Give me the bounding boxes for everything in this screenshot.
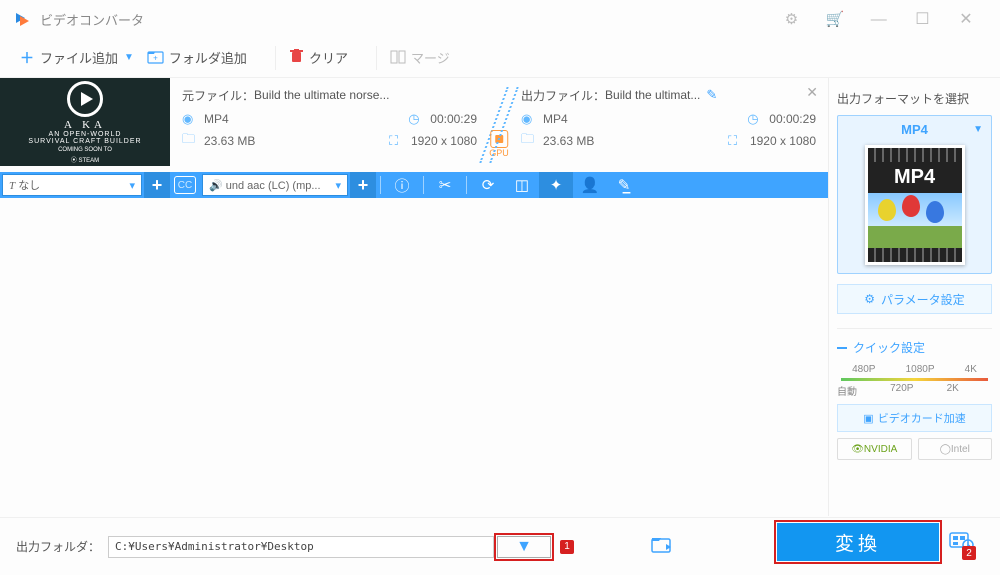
convert-button[interactable]: 変換 — [777, 523, 939, 561]
folder-plus-icon: + — [148, 50, 163, 66]
merge-label: マージ — [411, 48, 450, 67]
clock-icon: ◷ — [408, 111, 426, 127]
add-file-button[interactable]: ＋ ファイル追加 ▼ — [20, 48, 134, 68]
clear-label: クリア — [309, 48, 348, 67]
nvidia-badge: 👁 NVIDIA — [837, 438, 912, 460]
trash-icon — [290, 49, 303, 66]
output-info: 出力ファイル：Build the ultimat...✎ ◉MP4 ◷00:00… — [509, 78, 828, 172]
video-thumbnail[interactable]: A KA AN OPEN-WORLD SURVIVAL CRAFT BUILDE… — [0, 78, 170, 166]
format-thumbnail: MP4 — [865, 145, 965, 265]
right-panel: 出力フォーマットを選択 MP4 ▼ MP4 ⚙ パラメータ設定 クイック設定 4… — [828, 78, 1000, 516]
audio-select[interactable]: 🔊 und aac (LC) (mp... ▾ — [202, 174, 348, 196]
highlight-marker-2: 変換 — [774, 520, 942, 564]
effect-tool[interactable]: ✦ — [539, 172, 573, 198]
merge-button: マージ — [391, 48, 450, 67]
svg-text:+: + — [153, 53, 158, 62]
gear-icon[interactable]: ⚙ — [772, 10, 812, 28]
play-icon — [67, 81, 103, 117]
edit-output-name-button[interactable]: ✎ — [706, 87, 717, 103]
plus-icon: ＋ — [20, 48, 34, 68]
minimize-button[interactable]: — — [859, 11, 899, 29]
intel-badge: ◯ Intel — [918, 438, 993, 460]
close-button[interactable]: ✕ — [946, 9, 986, 29]
subtitle-tool[interactable]: ✎̲ — [607, 172, 641, 198]
resolution-slider[interactable]: 480P 1080P 4K 自動 720P 2K — [837, 364, 992, 398]
cc-toggle[interactable]: CC — [174, 176, 196, 194]
cart-icon[interactable]: 🛒 — [815, 10, 855, 28]
chevron-down-icon: ▾ — [335, 179, 341, 192]
folder-icon: 🗀 — [521, 130, 539, 152]
gpu-accel-button[interactable]: ▣ ビデオカード加速 — [837, 404, 992, 432]
resolution-icon: ⛶ — [728, 133, 746, 149]
chip-icon: ▣ — [863, 412, 873, 425]
app-logo-icon — [14, 10, 32, 28]
source-info: 元ファイル：Build the ultimate norse... ◉MP4 ◷… — [170, 78, 489, 172]
watermark-tool[interactable]: 👤 — [573, 172, 607, 198]
output-folder-label: 出力フォルダ： — [16, 538, 100, 555]
disc-icon: ◉ — [182, 111, 200, 127]
callout-number-1: 1 — [560, 540, 574, 554]
chevron-down-icon: ▾ — [129, 179, 135, 192]
sliders-icon: ⚙ — [864, 292, 875, 306]
open-folder-button[interactable] — [652, 536, 672, 557]
output-folder-dropdown[interactable]: ▼ — [497, 536, 551, 558]
info-tool[interactable]: ⓘ — [385, 172, 419, 198]
resolution-icon: ⛶ — [389, 133, 407, 149]
quick-settings-header[interactable]: クイック設定 — [837, 339, 992, 356]
add-folder-label: フォルダ追加 — [169, 48, 247, 67]
chevron-down-icon: ▼ — [973, 124, 983, 135]
file-item: A KA AN OPEN-WORLD SURVIVAL CRAFT BUILDE… — [0, 78, 828, 172]
clock-icon: ◷ — [747, 111, 765, 127]
format-panel-title: 出力フォーマットを選択 — [837, 90, 992, 107]
maximize-button[interactable]: ☐ — [902, 9, 942, 29]
file-list: A KA AN OPEN-WORLD SURVIVAL CRAFT BUILDE… — [0, 78, 828, 516]
bottom-bar: 出力フォルダ： ▼ 1 変換 2 — [0, 517, 1000, 575]
merge-icon — [391, 50, 405, 66]
item-action-bar: T なし ▾ + CC 🔊 und aac (LC) (mp... ▾ + ⓘ … — [0, 172, 828, 198]
remove-item-button[interactable]: ✕ — [806, 84, 818, 101]
toolbar: ＋ ファイル追加 ▼ + フォルダ追加 クリア マージ — [0, 38, 1000, 78]
add-audio-button[interactable]: + — [350, 172, 376, 198]
crop-tool[interactable]: ◫ — [505, 172, 539, 198]
parameter-settings-button[interactable]: ⚙ パラメータ設定 — [837, 284, 992, 314]
chevron-down-icon[interactable]: ▼ — [124, 52, 134, 63]
output-folder-input[interactable] — [108, 536, 494, 558]
add-folder-button[interactable]: + フォルダ追加 — [148, 48, 247, 67]
add-file-label: ファイル追加 — [40, 48, 118, 67]
callout-number-2: 2 — [962, 546, 976, 560]
highlight-marker-1: ▼ — [494, 533, 554, 561]
folder-icon: 🗀 — [182, 130, 200, 152]
clear-button[interactable]: クリア — [290, 48, 348, 67]
add-subtitle-button[interactable]: + — [144, 172, 170, 198]
disc-icon: ◉ — [521, 111, 539, 127]
rotate-tool[interactable]: ⟳ — [471, 172, 505, 198]
subtitle-select[interactable]: T なし ▾ — [2, 174, 142, 196]
app-title: ビデオコンバータ — [40, 10, 144, 29]
format-name: MP4 — [901, 122, 928, 137]
format-selector[interactable]: MP4 ▼ MP4 — [837, 115, 992, 274]
title-bar: ビデオコンバータ ⚙ 🛒 — ☐ ✕ — [0, 0, 1000, 38]
cut-tool[interactable]: ✂ — [428, 172, 462, 198]
